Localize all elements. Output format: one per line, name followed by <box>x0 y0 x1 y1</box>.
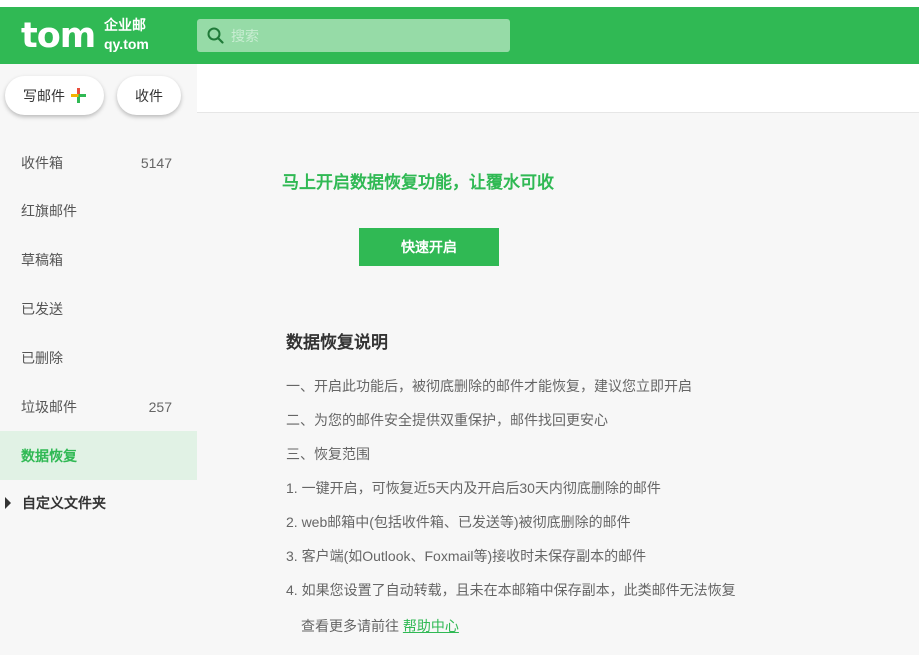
explain-title: 数据恢复说明 <box>286 333 388 352</box>
main-content: 马上开启数据恢复功能，让覆水可收 快速开启 数据恢复说明 一、开启此功能后，被彻… <box>197 113 919 655</box>
search-input[interactable] <box>231 19 501 52</box>
colorful-plus-icon <box>71 88 86 103</box>
help-center-link[interactable]: 帮助中心 <box>403 618 459 634</box>
folder-deleted[interactable]: 已删除 <box>0 333 197 382</box>
help-prefix: 查看更多请前往 <box>301 618 399 634</box>
folder-spam[interactable]: 垃圾邮件 257 <box>0 382 197 431</box>
folder-inbox[interactable]: 收件箱 5147 <box>0 138 197 187</box>
receive-button[interactable]: 收件 <box>117 76 181 115</box>
sidebar: 写邮件 收件 收件箱 5147 红旗邮件 草稿箱 已发送 已删除 垃圾邮件 25… <box>0 64 197 655</box>
logo-subtitle: 企业邮 qy.tom <box>104 16 149 54</box>
folder-label: 收件箱 <box>21 154 63 171</box>
compose-label: 写邮件 <box>23 87 65 104</box>
search-icon <box>207 27 224 44</box>
explain-line: 二、为您的邮件安全提供双重保护，邮件找回更安心 <box>286 412 608 428</box>
help-line: 查看更多请前往 帮助中心 <box>301 616 459 636</box>
folder-label: 已发送 <box>21 300 63 317</box>
explain-line: 3. 客户端(如Outlook、Foxmail等)接收时未保存副本的邮件 <box>286 548 647 564</box>
quick-enable-button[interactable]: 快速开启 <box>359 228 499 266</box>
explain-line: 三、恢复范围 <box>286 446 370 462</box>
folder-flagged[interactable]: 红旗邮件 <box>0 186 197 235</box>
caret-right-icon <box>5 497 11 509</box>
folder-label: 红旗邮件 <box>21 202 77 219</box>
folder-label: 草稿箱 <box>21 251 63 268</box>
logo-subtitle-line1: 企业邮 <box>104 17 146 33</box>
explain-line: 一、开启此功能后，被彻底删除的邮件才能恢复，建议您立即开启 <box>286 378 692 394</box>
folder-drafts[interactable]: 草稿箱 <box>0 235 197 284</box>
folder-count: 5147 <box>140 154 172 171</box>
custom-folders-label: 自定义文件夹 <box>22 495 106 511</box>
custom-folders-toggle[interactable]: 自定义文件夹 <box>0 491 197 515</box>
folder-label: 已删除 <box>21 349 63 366</box>
explain-line: 4. 如果您设置了自动转载，且未在本邮箱中保存副本，此类邮件无法恢复 <box>286 582 736 598</box>
folder-sent[interactable]: 已发送 <box>0 284 197 333</box>
promo-headline: 马上开启数据恢复功能，让覆水可收 <box>282 173 554 192</box>
compose-button[interactable]: 写邮件 <box>5 76 104 115</box>
folder-label: 垃圾邮件 <box>21 398 77 415</box>
tom-logo[interactable]: tom <box>21 14 96 58</box>
explain-line: 2. web邮箱中(包括收件箱、已发送等)被彻底删除的邮件 <box>286 514 631 530</box>
folder-count: 257 <box>148 398 172 415</box>
receive-label: 收件 <box>135 87 163 104</box>
top-header: tom 企业邮 qy.tom <box>0 7 919 64</box>
search-box[interactable] <box>197 19 510 52</box>
folder-label: 数据恢复 <box>21 447 77 464</box>
explain-line: 1. 一键开启，可恢复近5天内及开启后30天内彻底删除的邮件 <box>286 480 661 496</box>
logo-subtitle-line2: qy.tom <box>104 36 149 52</box>
folder-data-recovery[interactable]: 数据恢复 <box>0 431 197 480</box>
